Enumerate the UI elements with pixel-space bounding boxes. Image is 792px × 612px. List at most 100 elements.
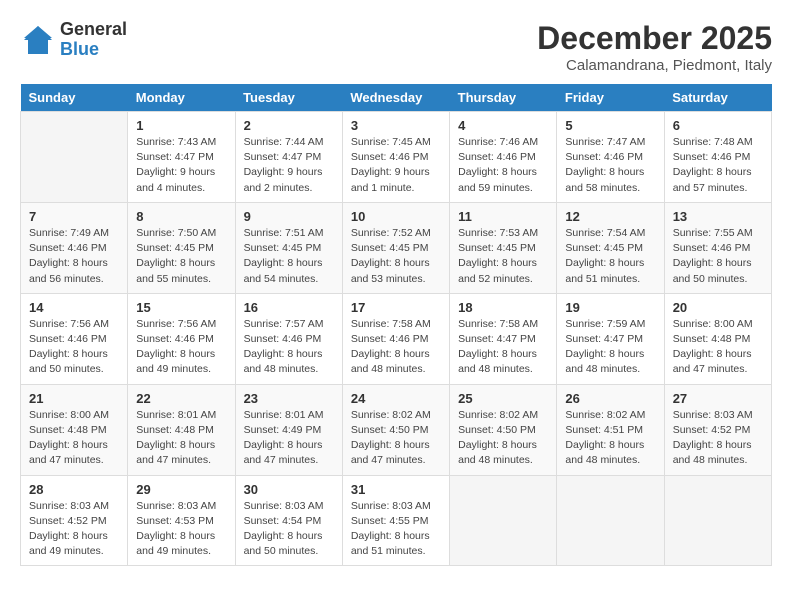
calendar-cell: 15 Sunrise: 7:56 AM Sunset: 4:46 PM Dayli… <box>128 293 235 384</box>
day-info: Sunrise: 7:57 AM Sunset: 4:46 PM Dayligh… <box>244 317 334 378</box>
day-number: 22 <box>136 391 226 406</box>
day-number: 10 <box>351 209 441 224</box>
day-number: 11 <box>458 209 548 224</box>
day-info: Sunrise: 7:52 AM Sunset: 4:45 PM Dayligh… <box>351 226 441 287</box>
day-info: Sunrise: 8:02 AM Sunset: 4:50 PM Dayligh… <box>458 408 548 469</box>
calendar-cell: 14Sunrise: 7:56 AM Sunset: 4:46 PM Dayli… <box>21 293 128 384</box>
calendar-cell <box>450 475 557 566</box>
day-number: 19 <box>565 300 655 315</box>
day-info: Sunrise: 8:01 AM Sunset: 4:48 PM Dayligh… <box>136 408 226 469</box>
calendar-day-header: Friday <box>557 84 664 112</box>
logo-text: General Blue <box>60 20 127 60</box>
calendar-cell: 7 Sunrise: 7:49 AM Sunset: 4:46 PM Daylig… <box>21 202 128 293</box>
day-info: Sunrise: 7:46 AM Sunset: 4:46 PM Dayligh… <box>458 135 548 196</box>
calendar-week-row: 14Sunrise: 7:56 AM Sunset: 4:46 PM Dayli… <box>21 293 772 384</box>
day-info: Sunrise: 8:01 AM Sunset: 4:49 PM Dayligh… <box>244 408 334 469</box>
calendar-cell: 11 Sunrise: 7:53 AM Sunset: 4:45 PM Dayli… <box>450 202 557 293</box>
day-info: Sunrise: 7:55 AM Sunset: 4:46 PM Dayligh… <box>673 226 763 287</box>
calendar-cell: 16 Sunrise: 7:57 AM Sunset: 4:46 PM Dayli… <box>235 293 342 384</box>
day-info: Sunrise: 8:03 AM Sunset: 4:52 PM Dayligh… <box>673 408 763 469</box>
calendar-cell: 6Sunrise: 7:48 AM Sunset: 4:46 PM Daylig… <box>664 112 771 203</box>
day-info: Sunrise: 8:03 AM Sunset: 4:52 PM Dayligh… <box>29 499 119 560</box>
calendar-cell: 21 Sunrise: 8:00 AM Sunset: 4:48 PM Dayli… <box>21 384 128 475</box>
day-info: Sunrise: 7:58 AM Sunset: 4:47 PM Dayligh… <box>458 317 548 378</box>
day-number: 20 <box>673 300 763 315</box>
calendar-cell: 20 Sunrise: 8:00 AM Sunset: 4:48 PM Dayli… <box>664 293 771 384</box>
calendar-cell: 22 Sunrise: 8:01 AM Sunset: 4:48 PM Dayli… <box>128 384 235 475</box>
calendar-day-header: Sunday <box>21 84 128 112</box>
logo-general: General <box>60 20 127 40</box>
day-info: Sunrise: 7:47 AM Sunset: 4:46 PM Dayligh… <box>565 135 655 196</box>
calendar-cell: 13 Sunrise: 7:55 AM Sunset: 4:46 PM Dayli… <box>664 202 771 293</box>
calendar-cell: 26Sunrise: 8:02 AM Sunset: 4:51 PM Dayli… <box>557 384 664 475</box>
day-info: Sunrise: 8:03 AM Sunset: 4:55 PM Dayligh… <box>351 499 441 560</box>
calendar-cell: 18 Sunrise: 7:58 AM Sunset: 4:47 PM Dayli… <box>450 293 557 384</box>
calendar-cell: 29Sunrise: 8:03 AM Sunset: 4:53 PM Dayli… <box>128 475 235 566</box>
calendar-cell: 9Sunrise: 7:51 AM Sunset: 4:45 PM Daylig… <box>235 202 342 293</box>
day-number: 17 <box>351 300 441 315</box>
calendar-cell: 5 Sunrise: 7:47 AM Sunset: 4:46 PM Daylig… <box>557 112 664 203</box>
day-info: Sunrise: 8:00 AM Sunset: 4:48 PM Dayligh… <box>673 317 763 378</box>
calendar-cell: 4 Sunrise: 7:46 AM Sunset: 4:46 PM Daylig… <box>450 112 557 203</box>
calendar-week-row: 28 Sunrise: 8:03 AM Sunset: 4:52 PM Dayli… <box>21 475 772 566</box>
day-number: 31 <box>351 482 441 497</box>
day-number: 3 <box>351 118 441 133</box>
calendar-cell: 2Sunrise: 7:44 AM Sunset: 4:47 PM Daylig… <box>235 112 342 203</box>
day-number: 28 <box>29 482 119 497</box>
day-number: 7 <box>29 209 119 224</box>
day-number: 13 <box>673 209 763 224</box>
calendar-day-header: Saturday <box>664 84 771 112</box>
day-info: Sunrise: 7:50 AM Sunset: 4:45 PM Dayligh… <box>136 226 226 287</box>
calendar-week-row: 7 Sunrise: 7:49 AM Sunset: 4:46 PM Daylig… <box>21 202 772 293</box>
calendar-cell <box>557 475 664 566</box>
calendar-cell: 3 Sunrise: 7:45 AM Sunset: 4:46 PM Daylig… <box>342 112 449 203</box>
calendar-week-row: 21 Sunrise: 8:00 AM Sunset: 4:48 PM Dayli… <box>21 384 772 475</box>
day-number: 23 <box>244 391 334 406</box>
page-header: General Blue December 2025 Calamandrana,… <box>20 20 772 74</box>
calendar-cell: 31 Sunrise: 8:03 AM Sunset: 4:55 PM Dayli… <box>342 475 449 566</box>
month-title: December 2025 <box>537 20 772 57</box>
day-number: 27 <box>673 391 763 406</box>
day-info: Sunrise: 7:45 AM Sunset: 4:46 PM Dayligh… <box>351 135 441 196</box>
logo-blue: Blue <box>60 40 127 60</box>
calendar-table: SundayMondayTuesdayWednesdayThursdayFrid… <box>20 84 772 566</box>
day-number: 30 <box>244 482 334 497</box>
day-number: 1 <box>136 118 226 133</box>
calendar-week-row: 1 Sunrise: 7:43 AM Sunset: 4:47 PM Daylig… <box>21 112 772 203</box>
calendar-cell: 23 Sunrise: 8:01 AM Sunset: 4:49 PM Dayli… <box>235 384 342 475</box>
day-info: Sunrise: 7:53 AM Sunset: 4:45 PM Dayligh… <box>458 226 548 287</box>
day-number: 2 <box>244 118 334 133</box>
location: Calamandrana, Piedmont, Italy <box>537 57 772 74</box>
logo-icon <box>20 22 56 58</box>
logo: General Blue <box>20 20 127 60</box>
calendar-cell: 1 Sunrise: 7:43 AM Sunset: 4:47 PM Daylig… <box>128 112 235 203</box>
day-number: 4 <box>458 118 548 133</box>
day-info: Sunrise: 8:03 AM Sunset: 4:54 PM Dayligh… <box>244 499 334 560</box>
day-number: 5 <box>565 118 655 133</box>
calendar-cell: 12Sunrise: 7:54 AM Sunset: 4:45 PM Dayli… <box>557 202 664 293</box>
title-block: December 2025 Calamandrana, Piedmont, It… <box>537 20 772 74</box>
day-number: 16 <box>244 300 334 315</box>
day-info: Sunrise: 7:56 AM Sunset: 4:46 PM Dayligh… <box>136 317 226 378</box>
calendar-cell: 10 Sunrise: 7:52 AM Sunset: 4:45 PM Dayli… <box>342 202 449 293</box>
day-info: Sunrise: 7:59 AM Sunset: 4:47 PM Dayligh… <box>565 317 655 378</box>
day-info: Sunrise: 8:02 AM Sunset: 4:51 PM Dayligh… <box>565 408 655 469</box>
calendar-day-header: Wednesday <box>342 84 449 112</box>
calendar-cell: 28 Sunrise: 8:03 AM Sunset: 4:52 PM Dayli… <box>21 475 128 566</box>
calendar-cell: 19 Sunrise: 7:59 AM Sunset: 4:47 PM Dayli… <box>557 293 664 384</box>
day-info: Sunrise: 7:58 AM Sunset: 4:46 PM Dayligh… <box>351 317 441 378</box>
calendar-cell: 27 Sunrise: 8:03 AM Sunset: 4:52 PM Dayli… <box>664 384 771 475</box>
calendar-cell <box>21 112 128 203</box>
calendar-cell: 30 Sunrise: 8:03 AM Sunset: 4:54 PM Dayli… <box>235 475 342 566</box>
day-number: 24 <box>351 391 441 406</box>
day-number: 18 <box>458 300 548 315</box>
day-info: Sunrise: 7:49 AM Sunset: 4:46 PM Dayligh… <box>29 226 119 287</box>
day-info: Sunrise: 7:48 AM Sunset: 4:46 PM Dayligh… <box>673 135 763 196</box>
calendar-cell: 24Sunrise: 8:02 AM Sunset: 4:50 PM Dayli… <box>342 384 449 475</box>
day-info: Sunrise: 8:00 AM Sunset: 4:48 PM Dayligh… <box>29 408 119 469</box>
day-info: Sunrise: 7:43 AM Sunset: 4:47 PM Dayligh… <box>136 135 226 196</box>
calendar-cell: 25 Sunrise: 8:02 AM Sunset: 4:50 PM Dayli… <box>450 384 557 475</box>
day-number: 25 <box>458 391 548 406</box>
day-number: 15 <box>136 300 226 315</box>
day-number: 21 <box>29 391 119 406</box>
